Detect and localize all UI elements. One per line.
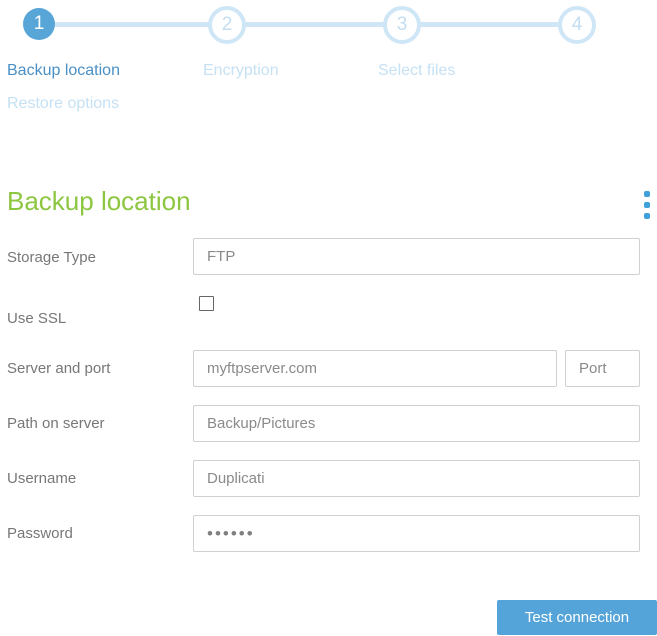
step-1-circle[interactable]: 1 (23, 8, 55, 40)
step-2-circle[interactable]: 2 (208, 6, 246, 44)
server-input[interactable] (193, 350, 557, 387)
storage-type-label: Storage Type (7, 249, 96, 266)
step-label-select-files[interactable]: Select files (378, 62, 455, 80)
kebab-menu-icon[interactable] (644, 191, 652, 224)
path-input[interactable] (193, 405, 640, 442)
port-input[interactable] (565, 350, 640, 387)
step-4-circle[interactable]: 4 (558, 6, 596, 44)
password-input[interactable] (193, 515, 640, 552)
path-on-server-label: Path on server (7, 415, 105, 432)
step-1-number: 1 (33, 13, 45, 34)
step-label-encryption[interactable]: Encryption (203, 62, 279, 80)
username-input[interactable] (193, 460, 640, 497)
use-ssl-label: Use SSL (7, 310, 67, 327)
password-label: Password (7, 525, 73, 542)
storage-type-input[interactable] (193, 238, 640, 275)
step-3-number: 3 (396, 14, 408, 35)
step-label-restore-options[interactable]: Restore options (7, 95, 119, 113)
step-3-circle[interactable]: 3 (383, 6, 421, 44)
page-title: Backup location (7, 186, 191, 216)
step-connector-line (39, 22, 578, 27)
step-2-number: 2 (221, 14, 233, 35)
test-connection-button[interactable]: Test connection (497, 600, 657, 635)
step-label-backup-location[interactable]: Backup location (7, 62, 120, 80)
use-ssl-checkbox[interactable] (199, 296, 214, 311)
step-4-number: 4 (571, 14, 583, 35)
server-and-port-label: Server and port (7, 360, 111, 377)
username-label: Username (7, 470, 77, 487)
